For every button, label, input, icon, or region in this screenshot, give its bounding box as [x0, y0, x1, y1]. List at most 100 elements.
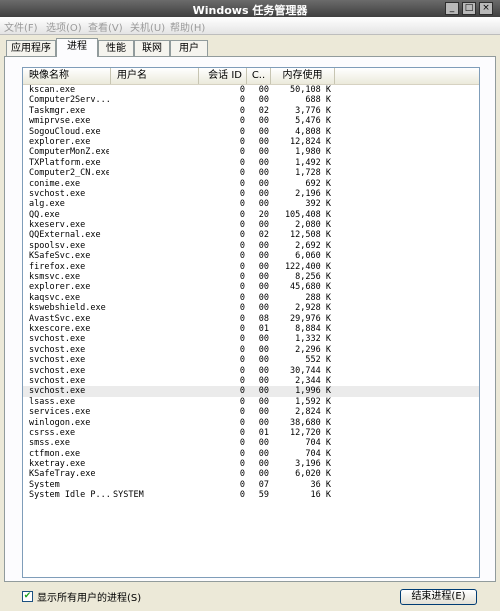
table-row[interactable]: services.exe 0 00 2,824 K — [23, 407, 479, 417]
table-row[interactable]: svchost.exe 0 00 2,344 K — [23, 376, 479, 386]
table-row[interactable]: KSafeTray.exe 0 00 6,020 K — [23, 469, 479, 479]
table-row[interactable]: Taskmgr.exe 0 02 3,776 K — [23, 106, 479, 116]
process-cpu: 08 — [258, 313, 269, 324]
show-all-users-checkbox[interactable]: ✔ 显示所有用户的进程(S) — [22, 589, 141, 604]
process-session-id: 0 — [239, 438, 245, 449]
process-session-id: 0 — [239, 365, 245, 376]
process-memory: 2,080 K — [295, 220, 331, 231]
table-row[interactable]: kscan.exe 0 00 50,108 K — [23, 85, 479, 95]
menu-help[interactable]: 帮助(H) — [170, 19, 205, 34]
table-row[interactable]: svchost.exe 0 00 2,296 K — [23, 345, 479, 355]
process-memory: 392 K — [305, 199, 331, 210]
process-rows: kscan.exe 0 00 50,108 K Computer2Serv... 0 00 6… — [23, 85, 479, 501]
table-row[interactable]: kxescore.exe 0 01 8,884 K — [23, 324, 479, 334]
process-memory: 50,108 K — [290, 85, 331, 95]
column-header-user-name[interactable]: 用户名 — [111, 68, 199, 84]
process-session-id: 0 — [239, 147, 245, 158]
process-cpu: 00 — [258, 292, 269, 303]
table-row[interactable]: spoolsv.exe 0 00 2,692 K — [23, 241, 479, 251]
table-row[interactable]: smss.exe 0 00 704 K — [23, 438, 479, 448]
table-row[interactable]: svchost.exe 0 00 1,996 K — [23, 386, 479, 397]
table-row[interactable]: System Idle P... SYSTEM 0 59 16 K — [23, 490, 479, 500]
menu-bar: 文件(F) 选项(O) 查看(V) 关机(U) 帮助(H) — [0, 17, 500, 35]
table-row[interactable]: winlogon.exe 0 00 38,680 K — [23, 418, 479, 428]
table-row[interactable]: QQ.exe 0 20 105,408 K — [23, 210, 479, 220]
process-session-id: 0 — [239, 313, 245, 324]
column-header-image-name[interactable]: 映像名称 — [23, 68, 111, 84]
process-cpu: 00 — [258, 344, 269, 355]
table-row[interactable]: QQExternal.exe 0 02 12,508 K — [23, 230, 479, 240]
process-name: svchost.exe — [29, 344, 86, 355]
table-row[interactable]: conime.exe 0 00 692 K — [23, 179, 479, 189]
process-session-id: 0 — [239, 85, 245, 95]
process-memory: 30,744 K — [290, 365, 331, 376]
process-cpu: 01 — [258, 427, 269, 438]
process-cpu: 00 — [258, 116, 269, 127]
process-session-id: 0 — [239, 469, 245, 480]
table-row[interactable]: kxeserv.exe 0 00 2,080 K — [23, 220, 479, 230]
maximize-button[interactable]: □ — [462, 2, 476, 15]
process-name: QQ.exe — [29, 209, 60, 220]
process-cpu: 00 — [258, 251, 269, 262]
table-row[interactable]: ksmsvc.exe 0 00 8,256 K — [23, 272, 479, 282]
tab-strip: 应用程序 进程 性能 联网 用户 — [0, 35, 500, 57]
minimize-button[interactable]: _ — [445, 2, 459, 15]
menu-view[interactable]: 查看(V) — [88, 19, 123, 34]
table-row[interactable]: KSafeSvc.exe 0 00 6,060 K — [23, 251, 479, 261]
title-bar[interactable]: Windows 任务管理器 _ □ × — [0, 0, 500, 17]
table-row[interactable]: firefox.exe 0 00 122,400 K — [23, 262, 479, 272]
process-name: svchost.exe — [29, 334, 86, 345]
process-session-id: 0 — [239, 396, 245, 407]
table-row[interactable]: alg.exe 0 00 392 K — [23, 199, 479, 209]
process-memory: 2,824 K — [295, 407, 331, 418]
menu-options[interactable]: 选项(O) — [46, 19, 82, 34]
end-process-button[interactable]: 结束进程(E) — [400, 589, 477, 605]
process-cpu: 02 — [258, 230, 269, 241]
tab-processes[interactable]: 进程 — [56, 38, 98, 57]
table-row[interactable]: kxetray.exe 0 00 3,196 K — [23, 459, 479, 469]
table-row[interactable]: Computer2Serv... 0 00 688 K — [23, 95, 479, 105]
table-row[interactable]: SogouCloud.exe 0 00 4,808 K — [23, 127, 479, 137]
process-list[interactable]: 映像名称 用户名 会话 ID C.. 内存使用 kscan.exe 0 00 50,1… — [22, 67, 480, 578]
process-cpu: 00 — [258, 126, 269, 137]
table-row[interactable]: explorer.exe 0 00 12,824 K — [23, 137, 479, 147]
table-row[interactable]: wmiprvse.exe 0 00 5,476 K — [23, 116, 479, 126]
table-row[interactable]: kswebshield.exe 0 00 2,928 K — [23, 303, 479, 313]
process-memory: 36 K — [310, 479, 331, 490]
table-row[interactable]: svchost.exe 0 00 1,332 K — [23, 334, 479, 344]
table-row[interactable]: ctfmon.exe 0 00 704 K — [23, 449, 479, 459]
table-row[interactable]: AvastSvc.exe 0 08 29,976 K — [23, 314, 479, 324]
process-memory: 6,020 K — [295, 469, 331, 480]
table-row[interactable]: svchost.exe 0 00 30,744 K — [23, 366, 479, 376]
process-session-id: 0 — [239, 282, 245, 293]
table-row[interactable]: ComputerMonZ.exe 0 00 1,980 K — [23, 147, 479, 157]
process-cpu: 00 — [258, 168, 269, 179]
menu-file[interactable]: 文件(F) — [4, 19, 38, 34]
process-session-id: 0 — [239, 188, 245, 199]
table-row[interactable]: lsass.exe 0 00 1,592 K — [23, 397, 479, 407]
tab-networking[interactable]: 联网 — [134, 40, 170, 56]
tab-performance[interactable]: 性能 — [98, 40, 134, 56]
tab-users[interactable]: 用户 — [170, 40, 208, 56]
process-session-id: 0 — [239, 355, 245, 366]
table-row[interactable]: svchost.exe 0 00 552 K — [23, 355, 479, 365]
table-row[interactable]: TXPlatform.exe 0 00 1,492 K — [23, 158, 479, 168]
table-row[interactable]: System 0 07 36 K — [23, 480, 479, 490]
table-row[interactable]: Computer2_CN.exe 0 00 1,728 K — [23, 168, 479, 178]
process-session-id: 0 — [239, 344, 245, 355]
menu-shutdown[interactable]: 关机(U) — [130, 19, 165, 34]
process-session-id: 0 — [239, 240, 245, 251]
column-header-memory[interactable]: 内存使用 — [271, 68, 335, 84]
column-header-session-id[interactable]: 会话 ID — [199, 68, 247, 84]
tab-applications[interactable]: 应用程序 — [6, 40, 56, 56]
column-header-cpu[interactable]: C.. — [247, 68, 271, 84]
close-button[interactable]: × — [479, 2, 493, 15]
process-session-id: 0 — [239, 230, 245, 241]
table-row[interactable]: kaqsvc.exe 0 00 288 K — [23, 293, 479, 303]
process-session-id: 0 — [239, 303, 245, 314]
process-cpu: 00 — [258, 272, 269, 283]
checkbox-box[interactable]: ✔ — [22, 590, 33, 602]
table-row[interactable]: explorer.exe 0 00 45,680 K — [23, 282, 479, 292]
table-row[interactable]: svchost.exe 0 00 2,196 K — [23, 189, 479, 199]
table-row[interactable]: csrss.exe 0 01 12,720 K — [23, 428, 479, 438]
